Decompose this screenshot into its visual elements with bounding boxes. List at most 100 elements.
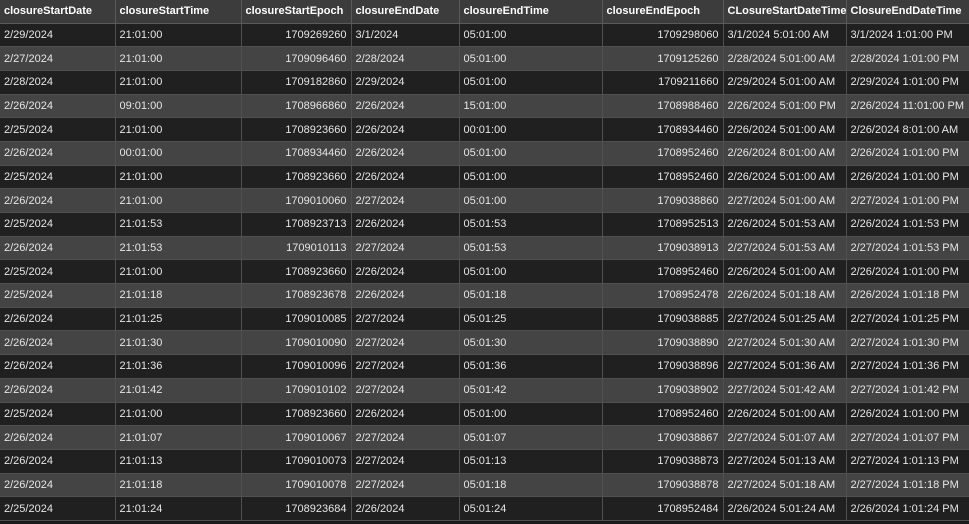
cell-closure-start-epoch[interactable]: 1708923678 [241,283,352,308]
cell-closure-start-datetime[interactable]: 2/27/2024 5:01:00 AM [723,188,847,213]
cell-closure-start-datetime[interactable]: 2/26/2024 5:01:18 AM [723,283,847,308]
table-row[interactable]: 2/26/2024 09:01:00 1708966860 2/26/2024 15:0… [0,94,969,119]
cell-closure-start-datetime[interactable]: 2/26/2024 8:01:00 AM [723,141,847,166]
cell-closure-start-time[interactable]: 21:01:24 [115,496,242,521]
cell-closure-end-epoch[interactable]: 1708952460 [602,259,724,285]
cell-closure-end-time[interactable]: 05:01:30 [459,330,603,356]
cell-closure-start-time[interactable]: 00:01:00 [115,141,242,166]
cell-closure-end-epoch[interactable]: 1708952484 [602,496,724,521]
cell-closure-start-epoch[interactable]: 1708934460 [241,141,352,166]
cell-closure-end-datetime[interactable]: 3/1/2024 1:01:00 PM [846,23,969,48]
cell-closure-start-time[interactable]: 21:01:53 [115,212,242,237]
cell-closure-end-time[interactable]: 15:01:00 [459,94,603,119]
cell-closure-end-datetime[interactable]: 2/27/2024 1:01:42 PM [846,378,969,403]
cell-closure-end-epoch[interactable]: 1709038860 [602,188,724,213]
cell-closure-start-date[interactable]: 2/26/2024 [0,236,116,261]
cell-closure-end-datetime[interactable]: 2/26/2024 1:01:00 PM [846,259,969,285]
cell-closure-end-date[interactable]: 2/26/2024 [351,283,460,308]
cell-closure-end-datetime[interactable]: 2/27/2024 1:01:36 PM [846,354,969,379]
cell-closure-end-date[interactable]: 2/27/2024 [351,449,460,474]
cell-closure-start-date[interactable]: 2/25/2024 [0,117,116,142]
cell-closure-end-date[interactable]: 2/26/2024 [351,165,460,190]
cell-closure-end-datetime[interactable]: 2/26/2024 1:01:53 PM [846,212,969,237]
cell-closure-start-datetime[interactable]: 3/1/2024 5:01:00 AM [723,23,847,48]
cell-closure-end-date[interactable]: 2/26/2024 [351,117,460,142]
cell-closure-end-datetime[interactable]: 2/26/2024 11:01:00 PM [846,94,969,119]
cell-closure-start-time[interactable]: 21:01:00 [115,23,242,48]
cell-closure-start-date[interactable]: 2/26/2024 [0,307,116,332]
cell-closure-start-datetime[interactable]: 2/26/2024 5:01:00 AM [723,259,847,285]
cell-closure-start-epoch[interactable]: 1709182860 [241,70,352,95]
cell-closure-start-date[interactable]: 2/26/2024 [0,449,116,474]
cell-closure-end-date[interactable]: 2/26/2024 [351,402,460,427]
cell-closure-end-date[interactable]: 2/27/2024 [351,473,460,498]
cell-closure-end-date[interactable]: 2/27/2024 [351,188,460,213]
column-header-closure-start-epoch[interactable]: closureStartEpoch [241,0,352,24]
cell-closure-end-time[interactable]: 05:01:00 [459,259,603,285]
cell-closure-start-time[interactable]: 21:01:18 [115,473,242,498]
cell-closure-end-time[interactable]: 05:01:18 [459,283,603,308]
table-row[interactable]: 2/25/2024 21:01:00 1708923660 2/26/2024 05:0… [0,402,969,427]
cell-closure-start-date[interactable]: 2/25/2024 [0,212,116,237]
cell-closure-start-datetime[interactable]: 2/26/2024 5:01:00 AM [723,117,847,142]
cell-closure-start-date[interactable]: 2/25/2024 [0,259,116,285]
cell-closure-end-datetime[interactable]: 2/26/2024 1:01:00 PM [846,402,969,427]
cell-closure-end-datetime[interactable]: 2/27/2024 1:01:25 PM [846,307,969,332]
cell-closure-end-datetime[interactable]: 2/27/2024 1:01:18 PM [846,473,969,498]
cell-closure-start-time[interactable]: 21:01:25 [115,307,242,332]
cell-closure-start-time[interactable]: 21:01:36 [115,354,242,379]
cell-closure-start-date[interactable]: 2/26/2024 [0,188,116,213]
table-row[interactable]: 2/28/2024 21:01:00 1709182860 2/29/2024 05:0… [0,70,969,95]
cell-closure-end-epoch[interactable]: 1709211660 [602,70,724,95]
cell-closure-end-time[interactable]: 05:01:00 [459,46,603,71]
cell-closure-start-time[interactable]: 21:01:07 [115,425,242,450]
cell-closure-end-epoch[interactable]: 1709038885 [602,307,724,332]
cell-closure-end-date[interactable]: 2/27/2024 [351,425,460,450]
cell-closure-start-datetime[interactable]: 2/26/2024 5:01:00 AM [723,402,847,427]
cell-closure-end-time[interactable]: 05:01:18 [459,473,603,498]
cell-closure-start-date[interactable]: 2/26/2024 [0,425,116,450]
cell-closure-start-epoch[interactable]: 1708966860 [241,94,352,119]
cell-closure-start-epoch[interactable]: 1709010067 [241,425,352,450]
cell-closure-start-date[interactable]: 2/25/2024 [0,402,116,427]
cell-closure-end-time[interactable]: 05:01:24 [459,496,603,521]
cell-closure-start-epoch[interactable]: 1709010113 [241,236,352,261]
table-row[interactable]: 2/26/2024 21:01:53 1709010113 2/27/2024 05:0… [0,236,969,261]
cell-closure-end-date[interactable]: 2/27/2024 [351,378,460,403]
cell-closure-start-epoch[interactable]: 1709010060 [241,188,352,213]
cell-closure-end-date[interactable]: 2/26/2024 [351,259,460,285]
cell-closure-start-datetime[interactable]: 2/27/2024 5:01:42 AM [723,378,847,403]
table-row[interactable]: 2/25/2024 21:01:18 1708923678 2/26/2024 05:0… [0,283,969,308]
column-header-closure-end-date[interactable]: closureEndDate [351,0,460,24]
column-header-closure-start-datetime[interactable]: CLosureStartDateTime [723,0,847,24]
table-row[interactable]: 2/26/2024 00:01:00 1708934460 2/26/2024 05:0… [0,141,969,166]
cell-closure-end-time[interactable]: 05:01:00 [459,165,603,190]
cell-closure-start-time[interactable]: 21:01:42 [115,378,242,403]
cell-closure-end-time[interactable]: 05:01:00 [459,141,603,166]
column-header-closure-end-datetime[interactable]: ClosureEndDateTime [846,0,969,24]
table-row[interactable]: 2/26/2024 21:01:07 1709010067 2/27/2024 05:0… [0,425,969,450]
table-row[interactable]: 2/26/2024 21:01:18 1709010078 2/27/2024 05:0… [0,473,969,498]
cell-closure-start-datetime[interactable]: 2/26/2024 5:01:24 AM [723,496,847,521]
cell-closure-end-epoch[interactable]: 1709298060 [602,23,724,48]
cell-closure-start-epoch[interactable]: 1709096460 [241,46,352,71]
cell-closure-start-time[interactable]: 21:01:00 [115,188,242,213]
cell-closure-start-epoch[interactable]: 1709010090 [241,330,352,356]
cell-closure-end-datetime[interactable]: 2/27/2024 1:01:00 PM [846,188,969,213]
cell-closure-start-epoch[interactable]: 1709010078 [241,473,352,498]
cell-closure-start-date[interactable]: 2/26/2024 [0,330,116,356]
cell-closure-start-datetime[interactable]: 2/26/2024 5:01:53 AM [723,212,847,237]
cell-closure-start-time[interactable]: 21:01:00 [115,259,242,285]
cell-closure-start-epoch[interactable]: 1708923660 [241,165,352,190]
cell-closure-end-date[interactable]: 2/26/2024 [351,141,460,166]
cell-closure-end-date[interactable]: 2/27/2024 [351,236,460,261]
cell-closure-end-epoch[interactable]: 1708952460 [602,402,724,427]
cell-closure-end-time[interactable]: 00:01:00 [459,117,603,142]
cell-closure-end-epoch[interactable]: 1709038913 [602,236,724,261]
cell-closure-start-datetime[interactable]: 2/27/2024 5:01:18 AM [723,473,847,498]
cell-closure-end-date[interactable]: 2/26/2024 [351,212,460,237]
cell-closure-start-epoch[interactable]: 1709010102 [241,378,352,403]
cell-closure-end-time[interactable]: 05:01:36 [459,354,603,379]
cell-closure-start-date[interactable]: 2/26/2024 [0,94,116,119]
cell-closure-start-datetime[interactable]: 2/26/2024 5:01:00 AM [723,165,847,190]
